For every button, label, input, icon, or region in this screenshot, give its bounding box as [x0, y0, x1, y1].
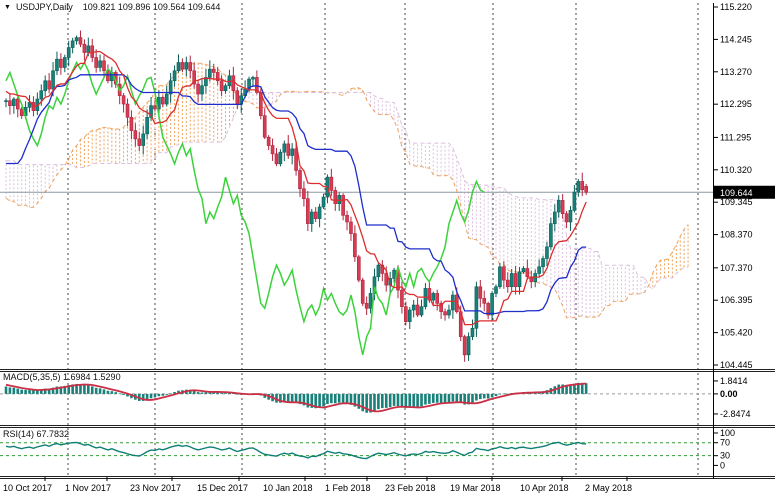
macd-panel [5, 383, 588, 413]
main-panel [0, 31, 713, 362]
price-axis[interactable] [713, 0, 775, 476]
chikou-span-line [6, 62, 484, 354]
chart-canvas[interactable]: 115.220114.245113.270112.295111.295110.3… [0, 0, 775, 497]
time-axis[interactable] [0, 476, 775, 497]
chart-window: ▼USDJPY,Daily109.821 109.896 109.564 109… [0, 0, 775, 497]
